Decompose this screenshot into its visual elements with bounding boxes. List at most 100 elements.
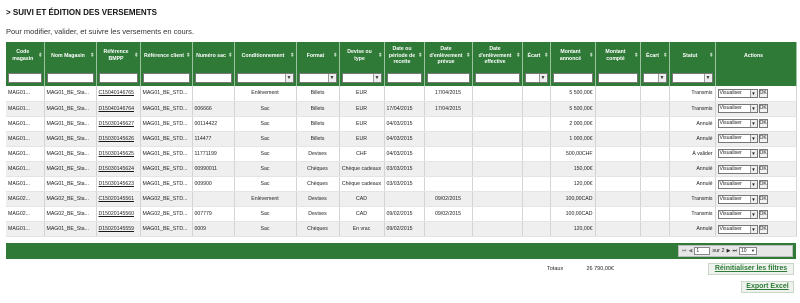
reference-link[interactable]: D15030145623 (99, 181, 134, 187)
ok-button[interactable]: OK (758, 209, 768, 219)
last-page-icon[interactable]: ⏭ (732, 248, 737, 254)
filter-input[interactable] (426, 73, 470, 83)
cell-montant-annonce: 120,00€ (550, 221, 596, 238)
column-header-label: Écart (527, 52, 541, 59)
first-page-icon[interactable]: ⏮ (682, 248, 687, 254)
sort-icon[interactable]: ⇕ (90, 53, 94, 60)
action-select[interactable]: Visualiser ▼ (717, 119, 758, 129)
sort-icon[interactable]: ⇕ (634, 53, 638, 60)
reset-filters-button[interactable]: Réinitialiser les filtres (708, 263, 794, 275)
sort-icon[interactable]: ⇕ (228, 53, 232, 60)
page-subtitle: Pour modifier, valider, et suivre les ve… (6, 27, 194, 36)
rows-per-page-select[interactable]: 10 ▼ (738, 247, 757, 255)
column-header[interactable]: Référence client ⇕ (140, 42, 193, 70)
cell-actions: Visualiser ▼ OK (715, 86, 797, 102)
filter-select[interactable]: ▼ (341, 73, 382, 83)
action-select[interactable]: Visualiser ▼ (717, 134, 758, 144)
action-select[interactable]: Visualiser ▼ (717, 149, 758, 159)
column-header[interactable]: Référence BMPP ⇕ (96, 42, 141, 70)
column-header[interactable]: Format ⇕ (296, 42, 340, 70)
ok-button[interactable]: OK (758, 194, 768, 204)
reference-link[interactable]: D15020145559 (99, 226, 134, 232)
export-excel-button[interactable]: Export Excel (741, 281, 794, 293)
page-number-input[interactable]: 1 (694, 247, 711, 255)
filter-input[interactable] (194, 73, 232, 83)
filter-select[interactable]: ▼ (236, 73, 294, 83)
filter-input[interactable] (597, 73, 638, 83)
actions-group: Visualiser ▼ OK (717, 88, 794, 98)
filter-input[interactable] (8, 73, 42, 83)
column-header[interactable]: Conditionnement ⇕ (234, 42, 297, 70)
column-header[interactable]: Date ou période de recette ⇕ (384, 42, 425, 70)
cell-montant-compte (595, 131, 641, 147)
column-header[interactable]: Numéro sac ⇕ (192, 42, 235, 70)
filter-input[interactable] (474, 73, 520, 83)
reference-link[interactable]: D15030145624 (99, 166, 134, 172)
sort-icon[interactable]: ⇕ (663, 53, 667, 60)
filter-select[interactable]: ▼ (642, 73, 667, 83)
ok-button[interactable]: OK (758, 224, 768, 234)
ok-button[interactable]: OK (758, 88, 768, 98)
sort-icon[interactable]: ⇕ (418, 53, 422, 60)
sort-icon[interactable]: ⇕ (709, 53, 713, 60)
reference-link[interactable]: D15020145560 (99, 211, 134, 217)
ok-button[interactable]: OK (758, 149, 768, 159)
chevron-down-icon: ▼ (749, 105, 757, 113)
column-header[interactable]: Date d'enlèvement effective ⇕ (472, 42, 523, 70)
reference-link[interactable]: C15020145561 (99, 196, 134, 202)
ok-button[interactable]: OK (758, 134, 768, 144)
action-select[interactable]: Visualiser ▼ (717, 88, 758, 98)
cell-code: MAG01... (6, 101, 45, 117)
actions-group: Visualiser ▼ OK (717, 194, 794, 204)
cell-ref-client: MAG01_BE_STD... (140, 131, 193, 147)
column-header[interactable]: Date d'enlèvement prévue ⇕ (424, 42, 473, 70)
sort-icon[interactable]: ⇕ (589, 53, 593, 60)
prev-page-icon[interactable]: ◀ (689, 248, 693, 254)
sort-icon[interactable]: ⇕ (516, 53, 520, 60)
column-header[interactable]: Montant annoncé ⇕ (550, 42, 596, 70)
column-header[interactable]: Écart ⇕ (640, 42, 670, 70)
cell-date-effective (472, 161, 523, 178)
ok-button[interactable]: OK (758, 164, 768, 174)
reference-link[interactable]: D15030145625 (99, 151, 134, 157)
filter-cell: ▼ (522, 70, 551, 86)
reference-link[interactable]: D15030145627 (99, 121, 134, 127)
filter-select[interactable]: ▼ (298, 73, 337, 83)
column-header[interactable]: Écart ⇕ (522, 42, 551, 70)
reference-link[interactable]: D15040146764 (99, 106, 134, 112)
column-header[interactable]: Devise ou type ⇕ (339, 42, 385, 70)
action-select[interactable]: Visualiser ▼ (717, 209, 758, 219)
filter-input[interactable] (46, 73, 94, 83)
sort-icon[interactable]: ⇕ (378, 53, 382, 60)
sort-icon[interactable]: ⇕ (333, 53, 337, 60)
action-select[interactable]: Visualiser ▼ (717, 104, 758, 114)
reference-link[interactable]: D15030145626 (99, 136, 134, 142)
sort-icon[interactable]: ⇕ (544, 53, 548, 60)
cell-ref-bmpp: D15040146764 (96, 101, 141, 117)
action-select[interactable]: Visualiser ▼ (717, 164, 758, 174)
filter-input[interactable] (552, 73, 593, 83)
column-header[interactable]: Statut ⇕ (669, 42, 716, 70)
filter-input[interactable] (98, 73, 138, 83)
sort-icon[interactable]: ⇕ (290, 53, 294, 60)
ok-button[interactable]: OK (758, 104, 768, 114)
sort-icon[interactable]: ⇕ (134, 53, 138, 60)
column-header[interactable]: Montant compté ⇕ (595, 42, 641, 70)
reference-link[interactable]: C15040146765 (99, 90, 134, 96)
cell-devise: CAD (339, 206, 385, 223)
action-select[interactable]: Visualiser ▼ (717, 224, 758, 234)
sort-icon[interactable]: ⇕ (466, 53, 470, 60)
next-page-icon[interactable]: ▶ (727, 248, 731, 254)
sort-icon[interactable]: ⇕ (38, 53, 42, 60)
column-header[interactable]: Code magasin ⇕ (6, 42, 45, 70)
filter-select[interactable]: ▼ (671, 73, 713, 83)
filter-input[interactable] (386, 73, 422, 83)
filter-input[interactable] (142, 73, 190, 83)
action-select[interactable]: Visualiser ▼ (717, 179, 758, 189)
ok-button[interactable]: OK (758, 179, 768, 189)
column-header[interactable]: Nom Magasin ⇕ (44, 42, 97, 70)
filter-select[interactable]: ▼ (524, 73, 548, 83)
action-select[interactable]: Visualiser ▼ (717, 194, 758, 204)
ok-button[interactable]: OK (758, 119, 768, 129)
sort-icon[interactable]: ⇕ (186, 53, 190, 60)
